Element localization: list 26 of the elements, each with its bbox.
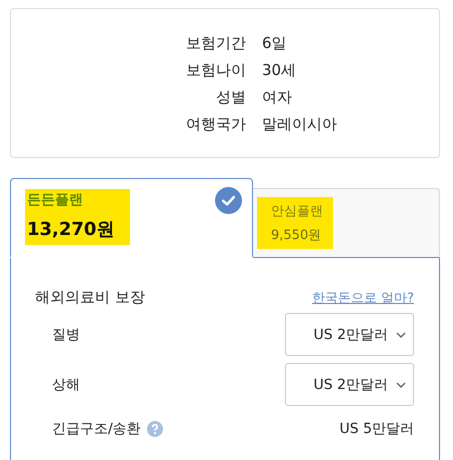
section-title: 해외의료비 보장 — [35, 288, 145, 307]
coverage-label: 긴급구조/송환 — [52, 420, 141, 438]
plan-tab[interactable]: 안심플랜 9,550원 — [253, 188, 440, 258]
plan-name: 안심플랜 — [271, 203, 323, 220]
plan-name: 든든플랜 — [27, 191, 84, 209]
chevron-down-icon — [396, 332, 406, 338]
coverage-label: 상해 — [52, 376, 80, 394]
summary-label: 여행국가 — [185, 114, 246, 135]
plan-tab[interactable]: 든든플랜 13,270원 — [10, 178, 253, 257]
plan-price: 13,270원 — [27, 218, 114, 241]
summary-value: 30세 — [262, 60, 296, 81]
coverage-value: US 5만달러 — [340, 420, 414, 438]
summary-value: 여자 — [262, 87, 292, 108]
summary-value: 말레이시아 — [262, 114, 337, 135]
plan-price: 9,550원 — [271, 227, 322, 244]
summary-label: 보험나이 — [185, 60, 246, 81]
coverage-label: 질병 — [52, 326, 80, 344]
help-icon[interactable] — [146, 421, 163, 437]
summary-value: 6일 — [262, 33, 287, 54]
check-icon — [215, 187, 242, 214]
summary-label: 보험기간 — [185, 33, 246, 54]
currency-link[interactable]: 한국돈으로 얼마? — [312, 288, 414, 306]
chevron-down-icon — [396, 382, 406, 388]
summary-label: 성별 — [215, 87, 246, 108]
amount-dropdown[interactable]: US 2만달러 — [285, 363, 414, 406]
amount-dropdown[interactable]: US 2만달러 — [285, 313, 414, 356]
